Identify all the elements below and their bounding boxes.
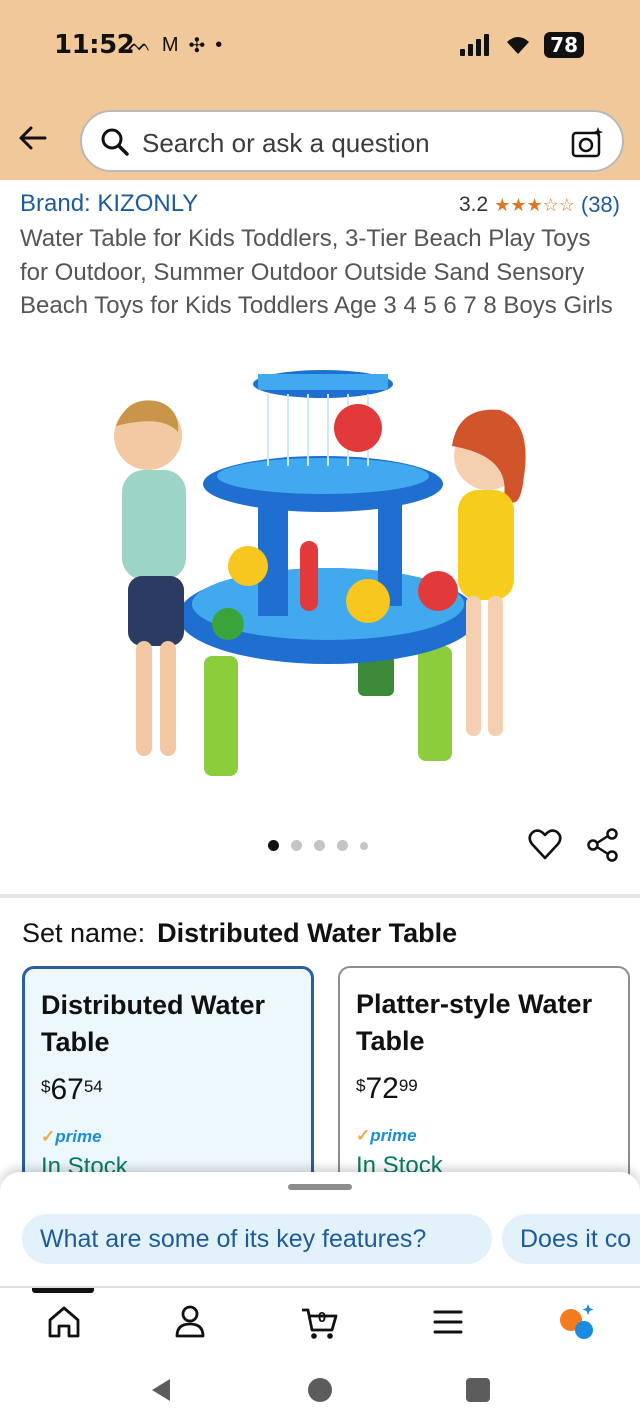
- heart-icon[interactable]: [528, 828, 562, 862]
- battery-indicator: 78: [544, 32, 584, 58]
- set-name-label: Set name:: [22, 918, 146, 948]
- variant-option-distributed[interactable]: Distributed Water Table $67 54 ✓prime In …: [22, 966, 314, 1196]
- app-header: 11:52 ᨓ M ✣ • 78 Search or ask a questio…: [0, 0, 640, 180]
- wifi-icon: [507, 37, 530, 54]
- rating-count[interactable]: (38): [581, 192, 620, 218]
- carousel-dot[interactable]: [360, 841, 368, 850]
- variant-price: $72 99: [356, 1072, 418, 1105]
- carousel-dot[interactable]: [268, 840, 279, 851]
- search-input[interactable]: Search or ask a question: [142, 128, 430, 159]
- camera-search-icon[interactable]: [570, 126, 604, 160]
- variant-title: Distributed Water Table: [41, 990, 266, 1057]
- product-title: Water Table for Kids Toddlers, 3-Tier Be…: [20, 225, 613, 319]
- prime-check-icon: ✓: [41, 1127, 56, 1146]
- rating-summary[interactable]: 3.2 ★★★☆☆ (38): [459, 192, 620, 218]
- system-nav-bar: [0, 1358, 640, 1424]
- set-name-row: Set name: Distributed Water Table: [22, 918, 457, 949]
- back-button[interactable]: [16, 118, 50, 158]
- system-home-icon[interactable]: [308, 1378, 332, 1402]
- rating-value: 3.2: [458, 193, 489, 216]
- carousel-dot[interactable]: [337, 840, 348, 851]
- brand-link[interactable]: Brand: KIZONLY: [20, 190, 198, 218]
- dot-icon: •: [215, 34, 223, 56]
- rating-stars: ★★★☆☆: [494, 194, 575, 215]
- gmail-icon: M: [161, 34, 179, 56]
- suggestion-chip[interactable]: What are some of its key features?: [22, 1214, 492, 1264]
- bottom-nav: 0: [0, 1288, 640, 1358]
- suggestion-sheet: What are some of its key features? Does …: [0, 1172, 640, 1288]
- cart-count: 0: [318, 1309, 326, 1326]
- notification-icons: ᨓ M ✣ •: [128, 33, 222, 58]
- status-time: 11:52: [54, 30, 135, 60]
- prime-check-icon: ✓: [356, 1126, 371, 1145]
- prime-badge: ✓prime: [41, 1127, 102, 1146]
- system-back-icon[interactable]: [148, 1376, 176, 1404]
- bird-icon: ᨓ: [128, 34, 152, 56]
- cart-icon[interactable]: 0: [300, 1302, 340, 1342]
- brand-row: Brand: KIZONLY 3.2 ★★★☆☆ (38): [20, 190, 620, 220]
- menu-icon[interactable]: [428, 1302, 468, 1342]
- nav-active-indicator: [32, 1288, 94, 1293]
- carousel-dot[interactable]: [291, 840, 302, 851]
- search-icon: [101, 128, 129, 156]
- section-divider: [0, 894, 640, 898]
- back-arrow-icon: [19, 126, 47, 150]
- suggestion-chip[interactable]: Does it co: [502, 1214, 640, 1264]
- home-icon[interactable]: [44, 1302, 84, 1342]
- search-bar[interactable]: Search or ask a question: [80, 110, 624, 172]
- product-image[interactable]: [108, 366, 532, 786]
- status-right: 78: [460, 32, 584, 58]
- image-carousel-dots[interactable]: [268, 840, 368, 851]
- prime-badge: ✓prime: [356, 1126, 417, 1145]
- set-name-value: Distributed Water Table: [157, 918, 458, 948]
- account-icon[interactable]: [170, 1302, 210, 1342]
- sheet-drag-handle[interactable]: [288, 1184, 352, 1190]
- system-recents-icon[interactable]: [466, 1378, 490, 1402]
- signal-icon: [460, 34, 490, 56]
- variant-price: $67 54: [41, 1073, 103, 1106]
- pinwheel-icon: ✣: [188, 35, 206, 57]
- share-icon[interactable]: [586, 828, 620, 862]
- variant-option-platter[interactable]: Platter-style Water Table $72 99 ✓prime I…: [338, 966, 630, 1196]
- carousel-dot[interactable]: [314, 840, 325, 851]
- variant-title: Platter-style Water Table: [356, 989, 593, 1056]
- rufus-icon[interactable]: [556, 1302, 596, 1342]
